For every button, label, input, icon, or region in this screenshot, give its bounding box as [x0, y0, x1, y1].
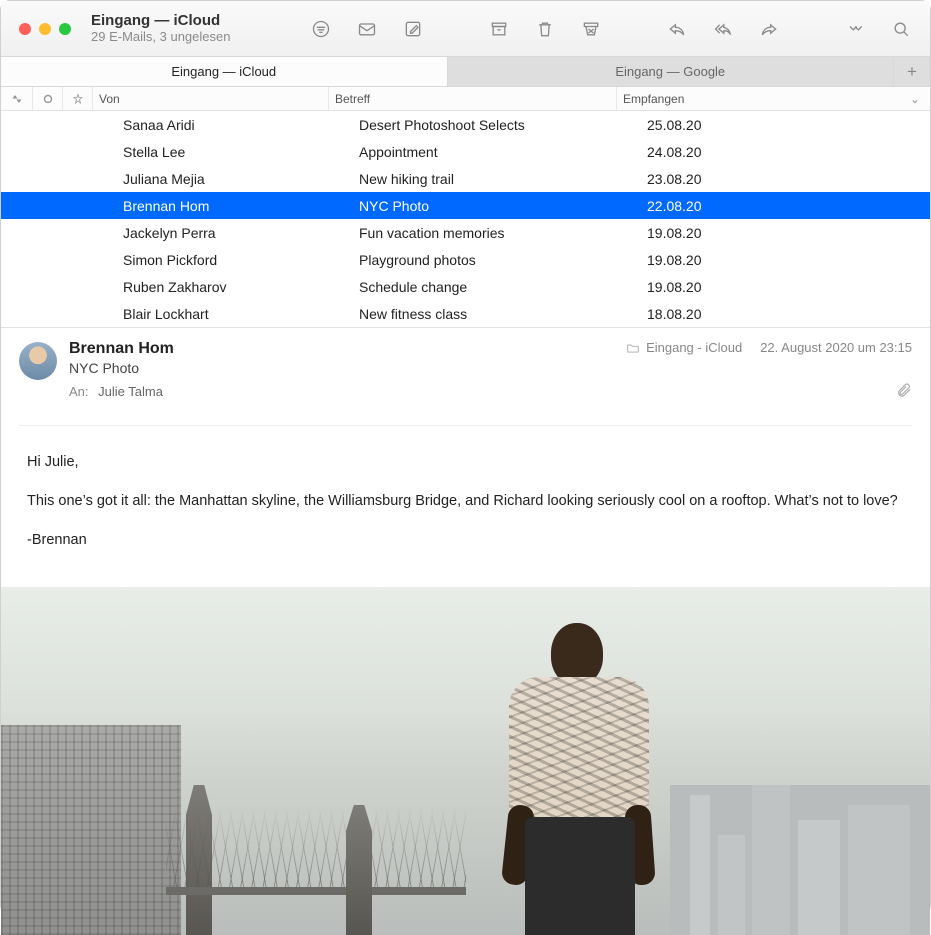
- message-row[interactable]: Ruben ZakharovSchedule change19.08.20: [1, 273, 930, 300]
- attached-image[interactable]: [1, 587, 930, 935]
- row-from: Simon Pickford: [123, 252, 359, 268]
- row-subject: New hiking trail: [359, 171, 647, 187]
- row-date: 19.08.20: [647, 225, 930, 241]
- row-from: Brennan Hom: [123, 198, 359, 214]
- new-tab-button[interactable]: +: [894, 57, 930, 86]
- to-name: Julie Talma: [98, 384, 163, 399]
- row-subject: NYC Photo: [359, 198, 647, 214]
- row-from: Jackelyn Perra: [123, 225, 359, 241]
- folder-icon: [626, 341, 640, 355]
- row-subject: Desert Photoshoot Selects: [359, 117, 647, 133]
- row-from: Ruben Zakharov: [123, 279, 359, 295]
- attachment-icon[interactable]: [896, 382, 912, 403]
- row-date: 19.08.20: [647, 252, 930, 268]
- minimize-window-button[interactable]: [39, 23, 51, 35]
- zoom-window-button[interactable]: [59, 23, 71, 35]
- body-paragraph: This one’s got it all: the Manhattan sky…: [27, 491, 904, 512]
- more-icon[interactable]: [844, 18, 866, 40]
- folder-chip[interactable]: Eingang - iCloud: [626, 340, 742, 355]
- sender-name: Brennan Hom: [69, 340, 174, 358]
- flag-column-icon[interactable]: [63, 87, 93, 110]
- unread-column-icon[interactable]: [33, 87, 63, 110]
- sort-direction-icon[interactable]: [1, 87, 33, 110]
- close-window-button[interactable]: [19, 23, 31, 35]
- message-row[interactable]: Jackelyn PerraFun vacation memories19.08…: [1, 219, 930, 246]
- tab-google[interactable]: Eingang — Google: [448, 57, 895, 86]
- row-subject: Schedule change: [359, 279, 647, 295]
- row-date: 24.08.20: [647, 144, 930, 160]
- column-header-from[interactable]: Von: [93, 87, 329, 110]
- mailbox-tabs: Eingang — iCloud Eingang — Google +: [1, 57, 930, 87]
- column-header-received[interactable]: Empfangen ⌄: [617, 87, 930, 110]
- reply-icon[interactable]: [666, 18, 688, 40]
- search-icon[interactable]: [890, 18, 912, 40]
- row-date: 18.08.20: [647, 306, 930, 322]
- message-row[interactable]: Simon PickfordPlayground photos19.08.20: [1, 246, 930, 273]
- message-header: Brennan Hom Eingang - iCloud 22. August …: [1, 327, 930, 413]
- message-row[interactable]: Stella LeeAppointment24.08.20: [1, 138, 930, 165]
- junk-icon[interactable]: [580, 18, 602, 40]
- row-date: 19.08.20: [647, 279, 930, 295]
- row-subject: Playground photos: [359, 252, 647, 268]
- to-label: An:: [69, 384, 89, 399]
- row-date: 25.08.20: [647, 117, 930, 133]
- row-from: Juliana Mejia: [123, 171, 359, 187]
- message-row[interactable]: Juliana MejiaNew hiking trail23.08.20: [1, 165, 930, 192]
- body-paragraph: Hi Julie,: [27, 452, 904, 473]
- chevron-down-icon: ⌄: [910, 92, 920, 106]
- row-subject: Fun vacation memories: [359, 225, 647, 241]
- row-subject: New fitness class: [359, 306, 647, 322]
- to-line: An: Julie Talma: [69, 384, 163, 399]
- new-mail-icon[interactable]: [356, 18, 378, 40]
- delete-icon[interactable]: [534, 18, 556, 40]
- filter-icon[interactable]: [310, 18, 332, 40]
- forward-icon[interactable]: [758, 18, 780, 40]
- row-from: Sanaa Aridi: [123, 117, 359, 133]
- sender-avatar[interactable]: [19, 342, 57, 380]
- column-header-received-label: Empfangen: [623, 92, 684, 106]
- tab-icloud[interactable]: Eingang — iCloud: [1, 57, 448, 86]
- message-list: Sanaa AridiDesert Photoshoot Selects25.0…: [1, 111, 930, 327]
- toolbar: [310, 18, 912, 40]
- column-header-subject[interactable]: Betreff: [329, 87, 617, 110]
- window-controls: [19, 23, 71, 35]
- message-body: Hi Julie, This one’s got it all: the Man…: [1, 426, 930, 587]
- message-subject: NYC Photo: [69, 360, 912, 376]
- row-from: Blair Lockhart: [123, 306, 359, 322]
- row-date: 23.08.20: [647, 171, 930, 187]
- window-title-block: Eingang — iCloud 29 E-Mails, 3 ungelesen: [91, 12, 230, 44]
- folder-label: Eingang - iCloud: [646, 340, 742, 355]
- archive-icon[interactable]: [488, 18, 510, 40]
- titlebar: Eingang — iCloud 29 E-Mails, 3 ungelesen: [1, 1, 930, 57]
- window-title: Eingang — iCloud: [91, 12, 230, 29]
- reply-all-icon[interactable]: [712, 18, 734, 40]
- message-row[interactable]: Sanaa AridiDesert Photoshoot Selects25.0…: [1, 111, 930, 138]
- row-from: Stella Lee: [123, 144, 359, 160]
- message-row[interactable]: Brennan HomNYC Photo22.08.20: [1, 192, 930, 219]
- compose-icon[interactable]: [402, 18, 424, 40]
- row-subject: Appointment: [359, 144, 647, 160]
- window-subtitle: 29 E-Mails, 3 ungelesen: [91, 30, 230, 45]
- row-date: 22.08.20: [647, 198, 930, 214]
- message-timestamp: 22. August 2020 um 23:15: [760, 340, 912, 355]
- column-header: Von Betreff Empfangen ⌄: [1, 87, 930, 111]
- body-paragraph: -Brennan: [27, 530, 904, 551]
- message-row[interactable]: Blair LockhartNew fitness class18.08.20: [1, 300, 930, 327]
